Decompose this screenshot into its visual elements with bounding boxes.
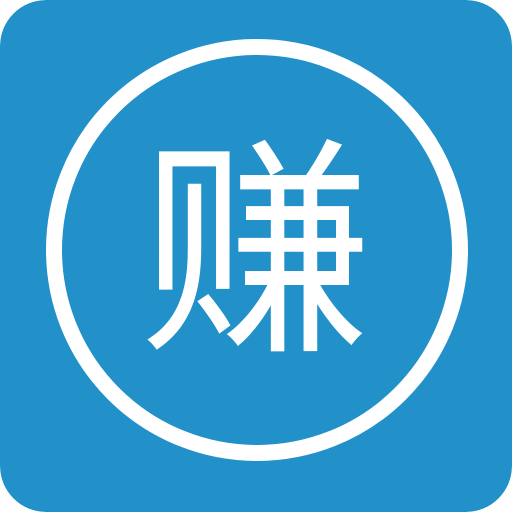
icon-background xyxy=(0,0,512,512)
app-icon-graphic xyxy=(0,0,512,512)
app-icon[interactable]: 赚 xyxy=(0,0,512,512)
